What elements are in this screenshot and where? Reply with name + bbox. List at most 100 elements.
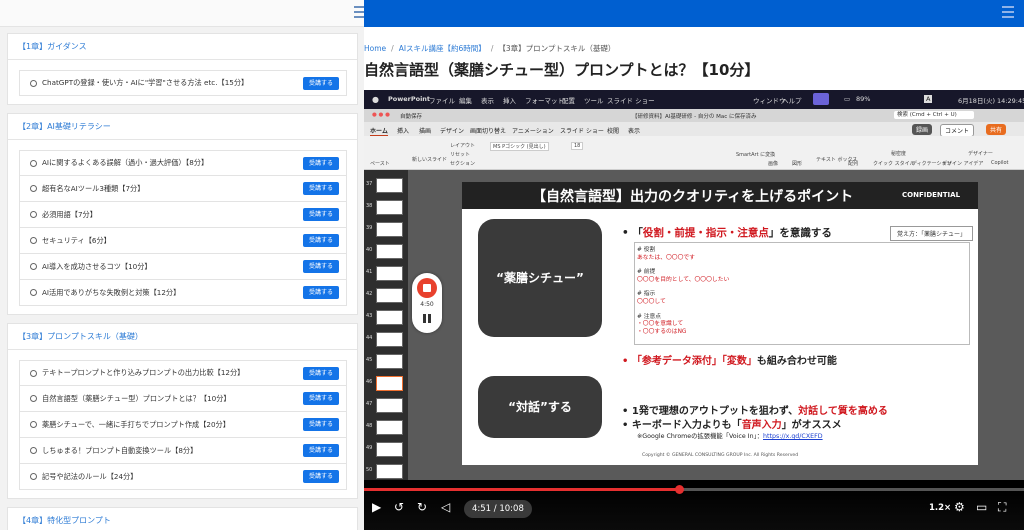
lesson-title: 必須用語【7分】 xyxy=(42,209,97,219)
enroll-button[interactable]: 受講する xyxy=(303,76,339,90)
menu-tools: ツール xyxy=(584,97,604,105)
paste-label: ペースト xyxy=(370,161,390,167)
tab-insert: 挿入 xyxy=(397,128,410,135)
b1-pre: 「 xyxy=(632,227,643,239)
enroll-button[interactable]: 受講する xyxy=(303,418,339,431)
lesson-status-icon xyxy=(30,289,37,296)
quickstyle-label: クイック スタイル xyxy=(873,161,915,167)
enroll-button[interactable]: 受講する xyxy=(303,470,339,483)
enroll-button[interactable]: 受講する xyxy=(303,260,339,273)
screen-recorder-widget: 4:50 xyxy=(412,273,442,333)
playback-speed[interactable]: 1.2× xyxy=(929,503,951,513)
b4-post: 」がオススメ xyxy=(781,420,842,431)
smartart-label: SmartArt に変換 xyxy=(736,152,776,158)
slide-thumbnail[interactable] xyxy=(376,464,403,479)
sensitivity-label: 秘密度 xyxy=(891,151,907,157)
breadcrumb: Home / AIスキル講座【約6時間】 / 【3章】プロンプトスキル（基礎） xyxy=(364,43,615,54)
settings-gear-icon[interactable]: ⚙ xyxy=(954,500,965,514)
slide-thumbnail[interactable] xyxy=(376,222,403,237)
tab-slideshow: スライド ショー xyxy=(560,128,604,135)
section-title: 【1章】ガイダンス xyxy=(8,34,357,60)
slide-thumbnail[interactable] xyxy=(376,376,403,391)
tab-design: デザイン xyxy=(440,128,465,135)
slide-thumbnail[interactable] xyxy=(376,354,403,369)
designer-label: デザイン アイデア xyxy=(942,161,984,167)
slide-thumbnails: 37 38 39 40 41 42 43 44 45 46 47 48 49 50 xyxy=(364,170,408,480)
menu-icon-main[interactable] xyxy=(1002,6,1014,21)
slide: 【自然言語型】出力のクオリティを上げるポイント CONFIDENTIAL “薬膳… xyxy=(462,182,978,465)
curriculum-section: 【4章】特化型プロンプト xyxy=(7,507,358,530)
menu-arrange: 配置 xyxy=(562,97,575,105)
stop-record-icon xyxy=(417,278,437,298)
lesson-title: 自然言語型（薬膳シチュー型）プロンプトとは？【10分】 xyxy=(42,393,231,403)
b1-highlight: 役割・前提・指示・注意点 xyxy=(642,227,769,239)
thumbnail-number: 47 xyxy=(366,401,373,407)
enroll-button[interactable]: 受講する xyxy=(303,234,339,247)
mnemonic-badge: 覚え方：「薬膳シチュー」 xyxy=(890,226,974,241)
recorder-time: 4:50 xyxy=(420,301,434,308)
slide-thumbnail[interactable] xyxy=(376,244,403,259)
play-icon[interactable]: ▶ xyxy=(372,500,381,514)
slide-title: 【自然言語型】出力のクオリティを上げるポイント xyxy=(532,189,854,205)
lesson-status-icon xyxy=(30,237,37,244)
fullscreen-icon[interactable]: ⛶ xyxy=(998,500,1006,515)
main-header: Home / AIスキル講座【約6時間】 / 【3章】プロンプトスキル（基礎） 自然言語… xyxy=(364,0,1024,86)
thumbnail-number: 42 xyxy=(366,291,373,297)
slide-thumbnail[interactable] xyxy=(376,266,403,281)
thumbnail-number: 48 xyxy=(366,423,373,429)
lesson-status-icon xyxy=(30,473,37,480)
forward-10-icon[interactable]: ↻ xyxy=(417,500,427,514)
slide-thumbnail[interactable] xyxy=(376,178,403,193)
enroll-button[interactable]: 受講する xyxy=(303,182,339,195)
bullet-1: • 「役割・前提・指示・注意点」を意識する xyxy=(622,227,832,239)
lesson-status-icon xyxy=(30,185,37,192)
enroll-button[interactable]: 受講する xyxy=(303,208,339,221)
lesson-status-icon xyxy=(30,211,37,218)
confidential-label: CONFIDENTIAL xyxy=(902,191,961,199)
enroll-button[interactable]: 受講する xyxy=(303,286,339,299)
progress-scrubber[interactable] xyxy=(675,485,685,494)
share-button: 共有 xyxy=(986,124,1007,135)
lesson-row: しちゅまる！プロンプト自動変換ツール【8分】 受講する xyxy=(19,438,347,464)
pip-icon[interactable]: ▭ xyxy=(976,500,987,514)
battery-icon: ▭ xyxy=(844,95,851,103)
ribbon-toolbar: ペースト 新しいスライド レイアウト リセット セクション MS Pゴシック (… xyxy=(364,136,1024,170)
slide-thumbnail[interactable] xyxy=(376,442,403,457)
font-select: MS Pゴシック (見出し) xyxy=(490,142,549,151)
progress-bar[interactable] xyxy=(364,485,1024,494)
menu-icon[interactable] xyxy=(354,6,364,21)
slide-thumbnail[interactable] xyxy=(376,332,403,347)
note-text: ※Google Chromeの拡張機能「Voice In」： xyxy=(637,433,764,440)
lesson-row: 必須用語【7分】 受講する xyxy=(19,202,347,228)
breadcrumb-sep: / xyxy=(490,44,494,53)
ribbon-tabs: ホーム 挿入 描画 デザイン 画面切り替え アニメーション スライド ショー 校… xyxy=(364,122,1024,137)
slide-thumbnail[interactable] xyxy=(376,398,403,413)
rewind-10-icon[interactable]: ↺ xyxy=(394,500,404,514)
enroll-button[interactable]: 受講する xyxy=(303,366,339,380)
pause-icon xyxy=(422,314,432,323)
thumbnail-number: 38 xyxy=(366,203,373,209)
slide-thumbnail[interactable] xyxy=(376,200,403,215)
lesson-status-icon xyxy=(30,79,37,87)
slide-thumbnail[interactable] xyxy=(376,288,403,303)
b4-pre: キーボード入力よりも「 xyxy=(631,420,742,431)
b4-highlight: 音声入力 xyxy=(741,420,782,431)
slide-thumbnail[interactable] xyxy=(376,420,403,435)
lesson-title: セキュリティ【6分】 xyxy=(42,235,111,245)
box-v1: あなたは、〇〇〇です xyxy=(637,254,695,261)
voice-in-link[interactable]: https://x.gd/CXEFD xyxy=(763,433,823,440)
section-title: 【4章】特化型プロンプト xyxy=(8,508,357,530)
breadcrumb-home[interactable]: Home xyxy=(364,44,386,53)
volume-icon[interactable]: ◁ xyxy=(441,500,450,514)
breadcrumb-course[interactable]: AIスキル講座【約6時間】 xyxy=(399,44,486,53)
slide-canvas: 【自然言語型】出力のクオリティを上げるポイント CONFIDENTIAL “薬膳… xyxy=(408,170,1024,480)
enroll-button[interactable]: 受講する xyxy=(303,156,339,170)
enroll-button[interactable]: 受講する xyxy=(303,392,339,405)
slide-thumbnail[interactable] xyxy=(376,310,403,325)
enroll-button[interactable]: 受講する xyxy=(303,444,339,457)
breadcrumb-chapter: 【3章】プロンプトスキル（基礎） xyxy=(498,44,616,53)
arrange-label: 配列 xyxy=(848,161,859,167)
video-player[interactable]: ● PowerPoint ファイル 編集 表示 挿入 フォーマット 配置 ツール… xyxy=(364,90,1024,530)
thumbnail-number: 39 xyxy=(366,225,373,231)
doc-title: 【研修資料】AI基礎研修 - 自分の Mac に保存済み xyxy=(632,114,757,120)
